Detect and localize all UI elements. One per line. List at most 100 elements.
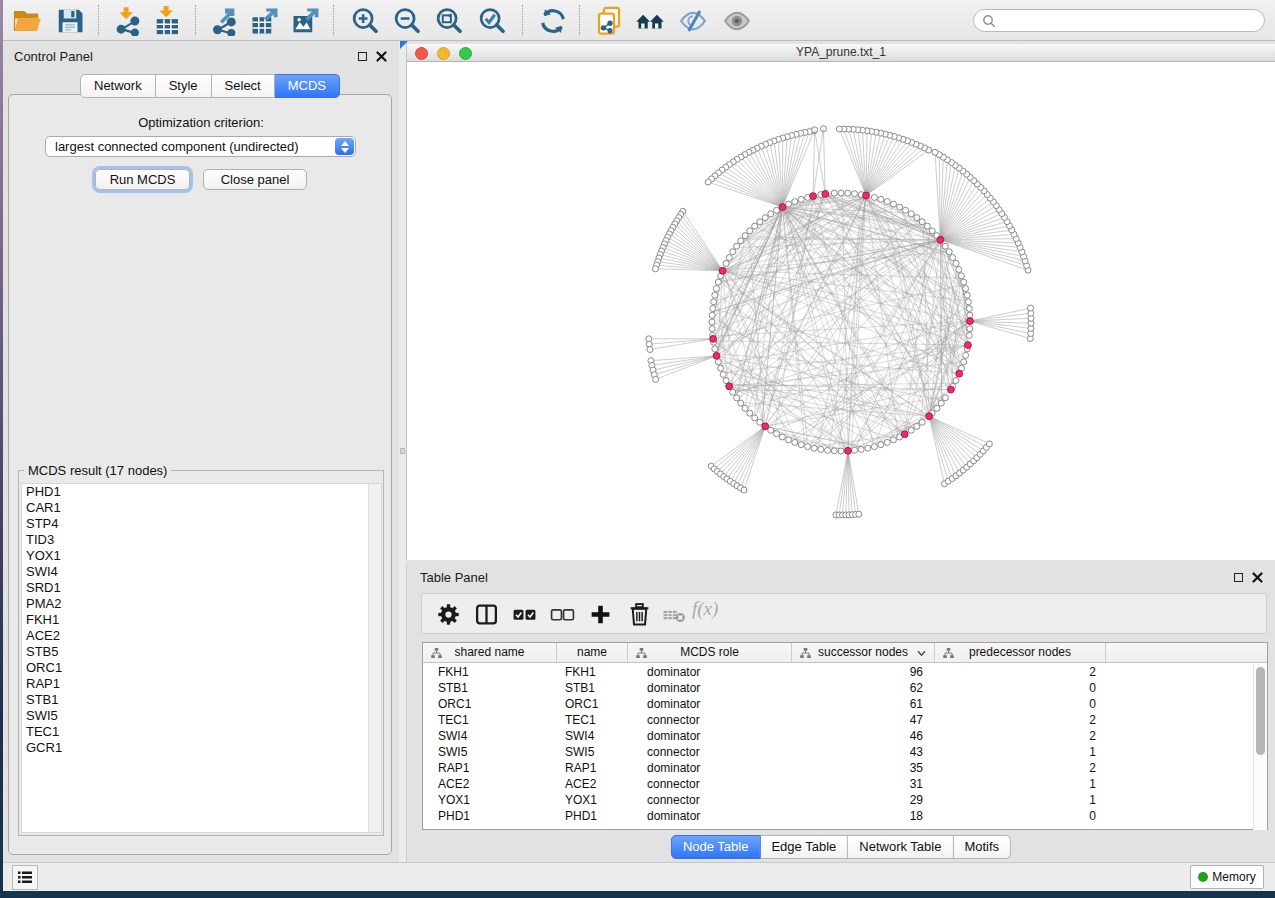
mcds-result-item[interactable]: TID3 <box>22 532 381 548</box>
clone-network-icon[interactable] <box>594 6 624 36</box>
export-table-icon[interactable] <box>250 6 280 36</box>
mcds-result-item[interactable]: SWI5 <box>22 708 381 724</box>
table-row-PHD1[interactable]: PHD1PHD1dominator180 <box>423 808 1253 824</box>
network-window-titlebar[interactable]: YPA_prune.txt_1 <box>407 44 1275 62</box>
table-row-RAP1[interactable]: RAP1RAP1dominator352 <box>423 760 1253 776</box>
table-row-ORC1[interactable]: ORC1ORC1dominator610 <box>423 696 1253 712</box>
add-column-icon[interactable] <box>588 602 613 627</box>
task-history-button[interactable] <box>12 865 38 890</box>
first-neighbors-icon[interactable] <box>635 6 665 36</box>
select-all-checkboxes-icon[interactable] <box>512 602 537 627</box>
tab-motifs[interactable]: Motifs <box>953 835 1011 859</box>
show-graphics-details-icon[interactable] <box>722 6 752 36</box>
tab-mcds[interactable]: MCDS <box>275 74 340 98</box>
table-options-gear-icon[interactable] <box>436 602 461 627</box>
mcds-result-item[interactable]: PMA2 <box>22 596 381 612</box>
deselect-all-checkboxes-icon[interactable] <box>550 602 575 627</box>
mcds-result-item[interactable]: FKH1 <box>22 612 381 628</box>
search-input[interactable] <box>973 9 1265 32</box>
splitter-handle[interactable] <box>400 448 405 454</box>
float-panel-icon[interactable] <box>358 52 367 61</box>
tab-edge-table[interactable]: Edge Table <box>760 835 848 859</box>
cell-predecessor-nodes: 2 <box>935 712 1106 728</box>
mcds-list-scrollbar[interactable] <box>368 484 381 832</box>
table-scrollbar-thumb[interactable] <box>1256 667 1265 755</box>
column-header-MCDS-role[interactable]: MCDS role <box>628 643 792 663</box>
close-panel-button[interactable]: Close panel <box>203 169 307 190</box>
function-builder-icon[interactable]: f(x) <box>692 598 718 620</box>
table-row-YOX1[interactable]: YOX1YOX1connector291 <box>423 792 1253 808</box>
open-file-icon[interactable] <box>12 6 42 36</box>
table-row-SWI4[interactable]: SWI4SWI4dominator462 <box>423 728 1253 744</box>
panel-splitter[interactable] <box>399 42 406 862</box>
table-row-FKH1[interactable]: FKH1FKH1dominator962 <box>423 664 1253 680</box>
mcds-result-item[interactable]: PHD1 <box>22 484 381 500</box>
column-header-filler <box>1106 643 1256 663</box>
mcds-result-item[interactable]: SRD1 <box>22 580 381 596</box>
table-row-TEC1[interactable]: TEC1TEC1connector472 <box>423 712 1253 728</box>
cell-successor-nodes: 96 <box>792 664 935 680</box>
mcds-result-list[interactable]: PHD1CAR1STP4TID3YOX1SWI4SRD1PMA2FKH1ACE2… <box>21 483 382 833</box>
mcds-result-item[interactable]: STP4 <box>22 516 381 532</box>
cell-successor-nodes: 46 <box>792 728 935 744</box>
tab-select[interactable]: Select <box>212 74 275 98</box>
mcds-result-item[interactable]: SWI4 <box>22 564 381 580</box>
close-table-panel-icon[interactable] <box>1252 572 1263 583</box>
toolbar-separator <box>522 5 523 35</box>
status-bar: Memory <box>3 862 1275 891</box>
zoom-fit-icon[interactable] <box>434 6 464 36</box>
tab-style[interactable]: Style <box>156 74 212 98</box>
delete-column-icon[interactable] <box>627 602 652 627</box>
show-column-icon[interactable] <box>474 602 499 627</box>
mcds-result-item[interactable]: YOX1 <box>22 548 381 564</box>
maximize-window-icon[interactable] <box>459 47 472 60</box>
tab-node-table[interactable]: Node Table <box>671 835 761 859</box>
close-window-icon[interactable] <box>415 47 428 60</box>
import-network-icon[interactable] <box>113 6 143 36</box>
tab-network-table[interactable]: Network Table <box>848 835 953 859</box>
table-row-STB1[interactable]: STB1STB1dominator620 <box>423 680 1253 696</box>
mcds-result-item[interactable]: STB5 <box>22 644 381 660</box>
control-panel: Control Panel NetworkStyleSelectMCDS Opt… <box>3 42 399 862</box>
hide-graphics-details-icon[interactable] <box>678 6 708 36</box>
mcds-result-item[interactable]: ACE2 <box>22 628 381 644</box>
mcds-result-item[interactable]: CAR1 <box>22 500 381 516</box>
memory-button[interactable]: Memory <box>1190 865 1264 889</box>
mcds-result-item[interactable]: ORC1 <box>22 660 381 676</box>
column-header-shared-name[interactable]: shared name <box>423 643 557 663</box>
zoom-in-icon[interactable] <box>350 6 380 36</box>
zoom-selected-icon[interactable] <box>477 6 507 36</box>
cell-MCDS-role: connector <box>628 792 792 808</box>
run-mcds-button[interactable]: Run MCDS <box>95 169 190 190</box>
mcds-result-item[interactable]: GCR1 <box>22 740 381 756</box>
mcds-result-item[interactable]: STB1 <box>22 692 381 708</box>
tab-network[interactable]: Network <box>80 74 156 98</box>
cell-successor-nodes: 62 <box>792 680 935 696</box>
export-network-icon[interactable] <box>210 6 240 36</box>
delete-table-icon[interactable] <box>662 602 687 627</box>
apply-layout-icon[interactable] <box>538 6 568 36</box>
import-table-icon[interactable] <box>153 6 183 36</box>
minimize-window-icon[interactable] <box>437 47 450 60</box>
network-canvas[interactable] <box>407 62 1275 560</box>
cell-shared-name: PHD1 <box>423 808 557 824</box>
zoom-out-icon[interactable] <box>392 6 422 36</box>
close-panel-icon[interactable] <box>376 51 387 62</box>
table-scrollbar[interactable] <box>1253 664 1267 830</box>
cell-predecessor-nodes: 1 <box>935 792 1106 808</box>
column-header-successor-nodes[interactable]: successor nodes <box>792 643 935 663</box>
mcds-result-item[interactable]: RAP1 <box>22 676 381 692</box>
table-row-SWI5[interactable]: SWI5SWI5connector431 <box>423 744 1253 760</box>
export-image-icon[interactable] <box>291 6 321 36</box>
column-header-predecessor-nodes[interactable]: predecessor nodes <box>935 643 1106 663</box>
save-session-icon[interactable] <box>55 6 85 36</box>
float-table-panel-icon[interactable] <box>1234 573 1243 582</box>
mcds-result-item[interactable]: TEC1 <box>22 724 381 740</box>
cell-predecessor-nodes: 0 <box>935 696 1106 712</box>
table-body: FKH1FKH1dominator962STB1STB1dominator620… <box>423 664 1253 824</box>
column-header-name[interactable]: name <box>557 643 628 663</box>
cell-shared-name: RAP1 <box>423 760 557 776</box>
criterion-dropdown[interactable]: largest connected component (undirected) <box>45 136 356 157</box>
table-row-ACE2[interactable]: ACE2ACE2connector311 <box>423 776 1253 792</box>
cell-shared-name: YOX1 <box>423 792 557 808</box>
